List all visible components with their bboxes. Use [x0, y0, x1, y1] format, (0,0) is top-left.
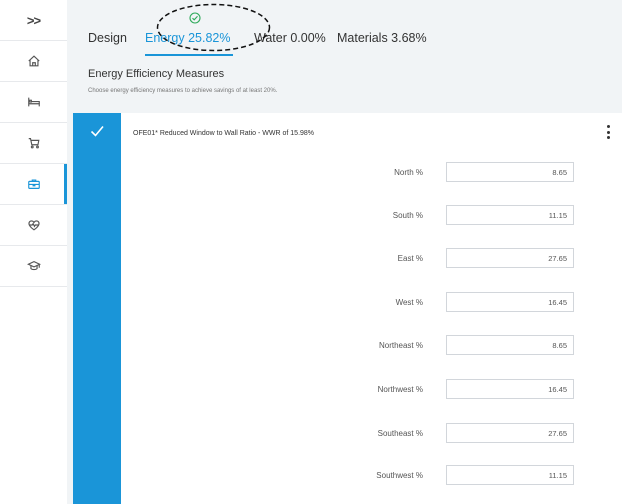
northwest-label: Northwest %	[377, 385, 423, 394]
northeast-input[interactable]	[446, 335, 574, 355]
form-row: Southwest %	[73, 465, 622, 487]
form-row: Southeast %	[73, 423, 622, 445]
graduation-cap-icon	[26, 260, 41, 271]
form-row: East %	[73, 248, 622, 270]
sidebar-item-home[interactable]	[0, 41, 67, 82]
tab-water[interactable]: Water 0.00%	[254, 31, 326, 45]
bed-icon	[27, 97, 40, 107]
north-input[interactable]	[446, 162, 574, 182]
form-row: West %	[73, 292, 622, 314]
south-input[interactable]	[446, 205, 574, 225]
west-label: West %	[395, 298, 423, 307]
southeast-label: Southeast %	[377, 429, 423, 438]
south-label: South %	[392, 211, 423, 220]
heart-pulse-icon	[27, 220, 40, 231]
northwest-input[interactable]	[446, 379, 574, 399]
check-circle-icon	[189, 12, 201, 24]
southeast-input[interactable]	[446, 423, 574, 443]
measure-title: OFE01* Reduced Window to Wall Ratio - WW…	[133, 130, 315, 137]
cart-icon	[28, 138, 40, 149]
sidebar-toggle-button[interactable]: >>	[0, 0, 67, 41]
highlight-ellipse	[156, 3, 271, 52]
tab-materials[interactable]: Materials 3.68%	[337, 31, 427, 45]
section-subtitle: Choose energy efficiency measures to ach…	[88, 88, 278, 94]
north-label: North %	[394, 168, 423, 177]
main-content: Design Energy 25.82% Water 0.00% Materia…	[67, 0, 622, 504]
more-options-icon[interactable]	[606, 125, 610, 139]
section-title: Energy Efficiency Measures	[88, 68, 225, 80]
form-row: North %	[73, 162, 622, 184]
east-label: East %	[397, 254, 423, 263]
toolbox-icon	[27, 179, 40, 189]
sidebar-item-health[interactable]	[0, 205, 67, 246]
west-input[interactable]	[446, 292, 574, 312]
tab-energy[interactable]: Energy 25.82%	[145, 31, 230, 45]
sidebar-item-education[interactable]	[0, 246, 67, 287]
home-icon	[27, 55, 40, 67]
form-row: South %	[73, 205, 622, 227]
southwest-label: Southwest %	[376, 471, 423, 480]
east-input[interactable]	[446, 248, 574, 268]
tab-design[interactable]: Design	[88, 31, 127, 45]
southwest-input[interactable]	[446, 465, 574, 485]
form-row: Northwest %	[73, 379, 622, 401]
measure-card: OFE01* Reduced Window to Wall Ratio - WW…	[73, 113, 622, 504]
sidebar: >>	[0, 0, 68, 504]
sidebar-item-rooms[interactable]	[0, 82, 67, 123]
active-tab-indicator	[145, 54, 233, 56]
form-row: Northeast %	[73, 335, 622, 357]
sidebar-item-cart[interactable]	[0, 123, 67, 164]
northeast-label: Northeast %	[378, 341, 423, 350]
sidebar-item-measures[interactable]	[0, 164, 68, 205]
checkmark-icon	[90, 125, 104, 137]
